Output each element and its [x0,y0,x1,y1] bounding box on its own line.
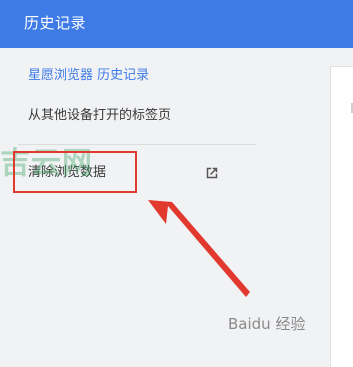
open-in-new-icon[interactable] [203,164,221,182]
header-bar: 历史记录 [0,0,353,48]
watermark-bottom: Baidu 经验 [228,315,306,333]
sidebar-item-history[interactable]: 星愿浏览器 历史记录 [28,67,149,85]
sidebar-item-other-devices[interactable]: 从其他设备打开的标签页 [28,107,171,125]
highlight-box [13,151,137,193]
content-panel [330,66,353,367]
page-title: 历史记录 [24,14,87,32]
sidebar: 星愿浏览器 历史记录 从其他设备打开的标签页 清除浏览数据 [0,48,330,357]
